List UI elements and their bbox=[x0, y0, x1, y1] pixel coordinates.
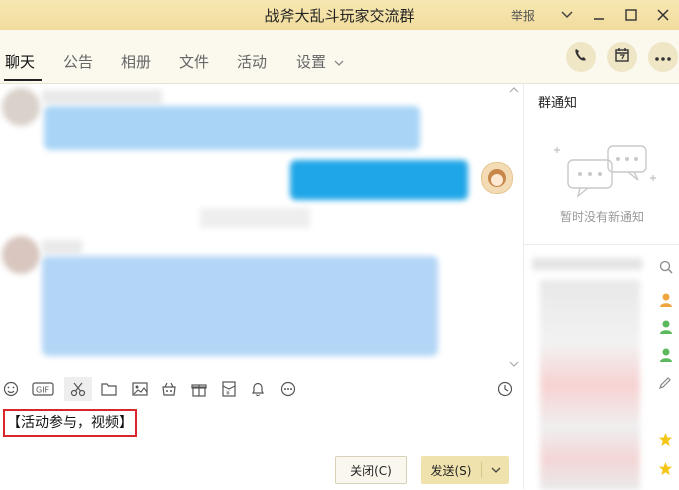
member-list-header bbox=[532, 258, 642, 270]
svg-text:¥: ¥ bbox=[226, 390, 230, 397]
minimize-icon[interactable] bbox=[583, 0, 615, 30]
call-button[interactable] bbox=[566, 42, 596, 72]
gift-icon[interactable] bbox=[190, 380, 208, 398]
message-input-area[interactable]: 【活动参与，视频】 关闭(C) 发送(S) bbox=[0, 404, 523, 489]
member-user-icon bbox=[658, 319, 674, 339]
timestamp bbox=[200, 208, 310, 228]
tab-files[interactable]: 文件 bbox=[179, 51, 209, 72]
close-icon[interactable] bbox=[647, 0, 679, 30]
message-input-text[interactable]: 【活动参与，视频】 bbox=[3, 409, 137, 437]
calendar-icon bbox=[614, 47, 630, 67]
red-packet-icon[interactable]: ¥ bbox=[220, 380, 238, 398]
edit-icon[interactable] bbox=[658, 376, 672, 394]
star-icon bbox=[658, 461, 673, 480]
chevron-down-icon[interactable] bbox=[334, 56, 344, 71]
image-icon[interactable] bbox=[131, 380, 149, 398]
chat-history[interactable] bbox=[0, 84, 523, 374]
active-tab-indicator bbox=[4, 79, 42, 81]
avatar[interactable] bbox=[2, 236, 40, 274]
report-link[interactable]: 举报 bbox=[511, 7, 535, 24]
screenshot-scissors-icon[interactable] bbox=[64, 377, 92, 401]
window-controls: 举报 bbox=[511, 0, 679, 30]
scroll-down-icon[interactable] bbox=[509, 360, 519, 370]
empty-notice-text: 暂时没有新通知 bbox=[559, 210, 644, 224]
message-bubble[interactable] bbox=[44, 106, 420, 150]
right-sidebar: 群通知 暂时没有新通知 bbox=[523, 84, 679, 490]
close-button[interactable]: 关闭(C) bbox=[335, 456, 407, 484]
more-dots-icon bbox=[655, 50, 671, 65]
message-bubble-self[interactable] bbox=[290, 160, 468, 200]
tab-settings[interactable]: 设置 bbox=[296, 51, 326, 72]
dropdown-icon[interactable] bbox=[551, 0, 583, 30]
sidebar-divider bbox=[524, 244, 679, 245]
emoji-icon[interactable] bbox=[2, 380, 20, 398]
maximize-icon[interactable] bbox=[615, 0, 647, 30]
avatar[interactable] bbox=[2, 88, 40, 126]
history-clock-icon[interactable] bbox=[496, 380, 514, 398]
send-button-label: 发送(S) bbox=[430, 463, 472, 478]
search-icon[interactable] bbox=[659, 260, 673, 278]
tab-activity[interactable]: 活动 bbox=[237, 51, 267, 72]
send-button[interactable]: 发送(S) bbox=[421, 456, 509, 484]
member-list[interactable] bbox=[540, 280, 640, 490]
avatar-self[interactable] bbox=[481, 162, 513, 194]
gif-icon[interactable]: GIF bbox=[32, 380, 54, 398]
svg-text:GIF: GIF bbox=[36, 386, 50, 395]
tab-album[interactable]: 相册 bbox=[121, 51, 151, 72]
calendar-button[interactable] bbox=[607, 42, 637, 72]
bell-icon[interactable] bbox=[249, 380, 267, 398]
title-bar: 战斧大乱斗玩家交流群 举报 bbox=[0, 0, 679, 30]
empty-notice-icon bbox=[550, 134, 660, 204]
group-notice-title: 群通知 bbox=[538, 96, 578, 111]
tab-announcement[interactable]: 公告 bbox=[63, 51, 93, 72]
game-shop-icon[interactable] bbox=[160, 380, 178, 398]
folder-icon[interactable] bbox=[100, 380, 118, 398]
phone-icon bbox=[573, 47, 589, 67]
sender-name bbox=[42, 240, 82, 254]
more-tools-icon[interactable] bbox=[279, 380, 297, 398]
star-icon bbox=[658, 432, 673, 451]
admin-user-icon bbox=[658, 292, 674, 312]
sender-name bbox=[42, 90, 162, 104]
composer-toolbar: GIF ¥ bbox=[0, 374, 523, 404]
message-bubble[interactable] bbox=[42, 256, 438, 356]
scroll-up-icon[interactable] bbox=[509, 86, 519, 96]
more-button[interactable] bbox=[648, 42, 678, 72]
send-options-chevron-icon[interactable] bbox=[482, 467, 509, 474]
tab-chat[interactable]: 聊天 bbox=[5, 51, 35, 72]
tab-bar: 聊天 公告 相册 文件 活动 设置 bbox=[0, 30, 679, 84]
member-user-icon bbox=[658, 347, 674, 367]
